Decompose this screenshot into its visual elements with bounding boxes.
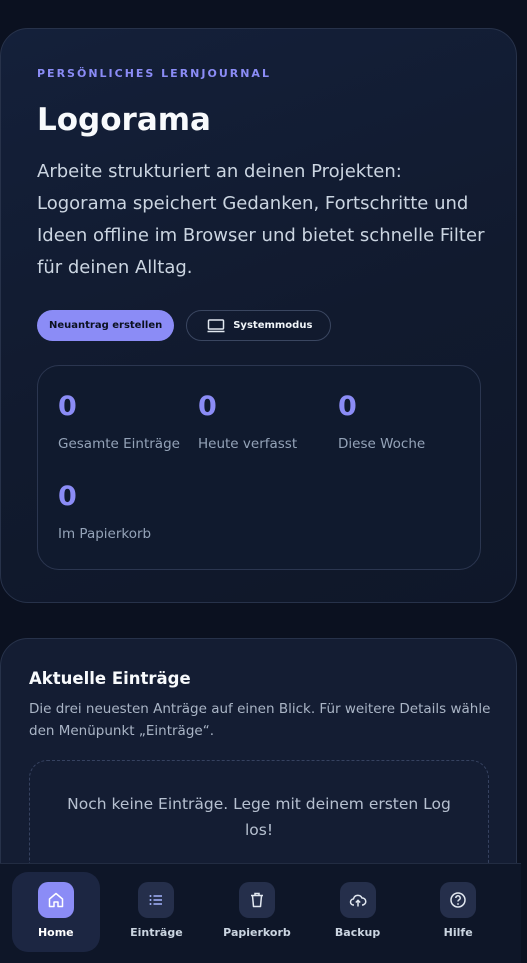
hero-lead: Arbeite strukturiert an deinen Projekten… [37, 161, 485, 278]
stat-value: 0 [198, 391, 217, 422]
bottom-navigation: Home Einträge Papierkorb Backup Hilfe [0, 863, 527, 963]
trash-icon [238, 882, 275, 918]
theme-mode-button[interactable]: Systemmodus [186, 310, 332, 341]
stat-label: Gesamte Einträge [58, 436, 180, 452]
stat-trash: 0 Im Papierkorb [58, 480, 198, 570]
recent-entries-description: Die drei neuesten Anträge auf einen Blic… [29, 701, 491, 739]
home-icon [37, 882, 74, 918]
hero-actions: Neuantrag erstellen Systemmodus [37, 310, 480, 341]
scrollbar[interactable] [521, 0, 527, 963]
stats-panel: 0 Gesamte Einträge 0 Heute verfasst 0 Di… [37, 365, 481, 570]
list-icon [138, 882, 175, 918]
stat-value: 0 [58, 391, 77, 422]
app-page: PERSÖNLICHES LERNJOURNAL Logorama Arbeit… [0, 0, 527, 963]
stat-total: 0 Gesamte Einträge [58, 390, 198, 480]
stat-value: 0 [58, 481, 77, 512]
nav-item-backup[interactable]: Backup [314, 872, 402, 952]
nav-label: Einträge [130, 926, 183, 939]
theme-mode-label: Systemmodus [233, 320, 313, 331]
page-title: Logorama [37, 102, 211, 138]
monitor-icon [207, 318, 225, 332]
hero-eyebrow: PERSÖNLICHES LERNJOURNAL [37, 67, 271, 80]
new-entry-button[interactable]: Neuantrag erstellen [37, 310, 175, 341]
stat-label: Heute verfasst [198, 436, 298, 452]
stat-today: 0 Heute verfasst [198, 390, 338, 480]
stat-value: 0 [338, 391, 357, 422]
help-icon [440, 882, 477, 918]
nav-label: Hilfe [443, 926, 473, 939]
nav-item-help[interactable]: Hilfe [414, 872, 502, 952]
stat-label: Diese Woche [338, 436, 426, 452]
recent-entries-title: Aktuelle Einträge [29, 669, 191, 688]
nav-item-entries[interactable]: Einträge [113, 872, 201, 952]
nav-item-home[interactable]: Home [12, 872, 100, 952]
nav-label: Papierkorb [223, 926, 291, 939]
stat-week: 0 Diese Woche [338, 390, 478, 480]
nav-label: Home [37, 926, 74, 939]
nav-label: Backup [334, 926, 381, 939]
hero-card: PERSÖNLICHES LERNJOURNAL Logorama Arbeit… [0, 28, 517, 603]
recent-entries-card: Aktuelle Einträge Die drei neuesten Antr… [0, 638, 517, 898]
stat-label: Im Papierkorb [58, 526, 152, 542]
cloud-upload-icon [339, 882, 376, 918]
nav-item-trash[interactable]: Papierkorb [213, 872, 301, 952]
